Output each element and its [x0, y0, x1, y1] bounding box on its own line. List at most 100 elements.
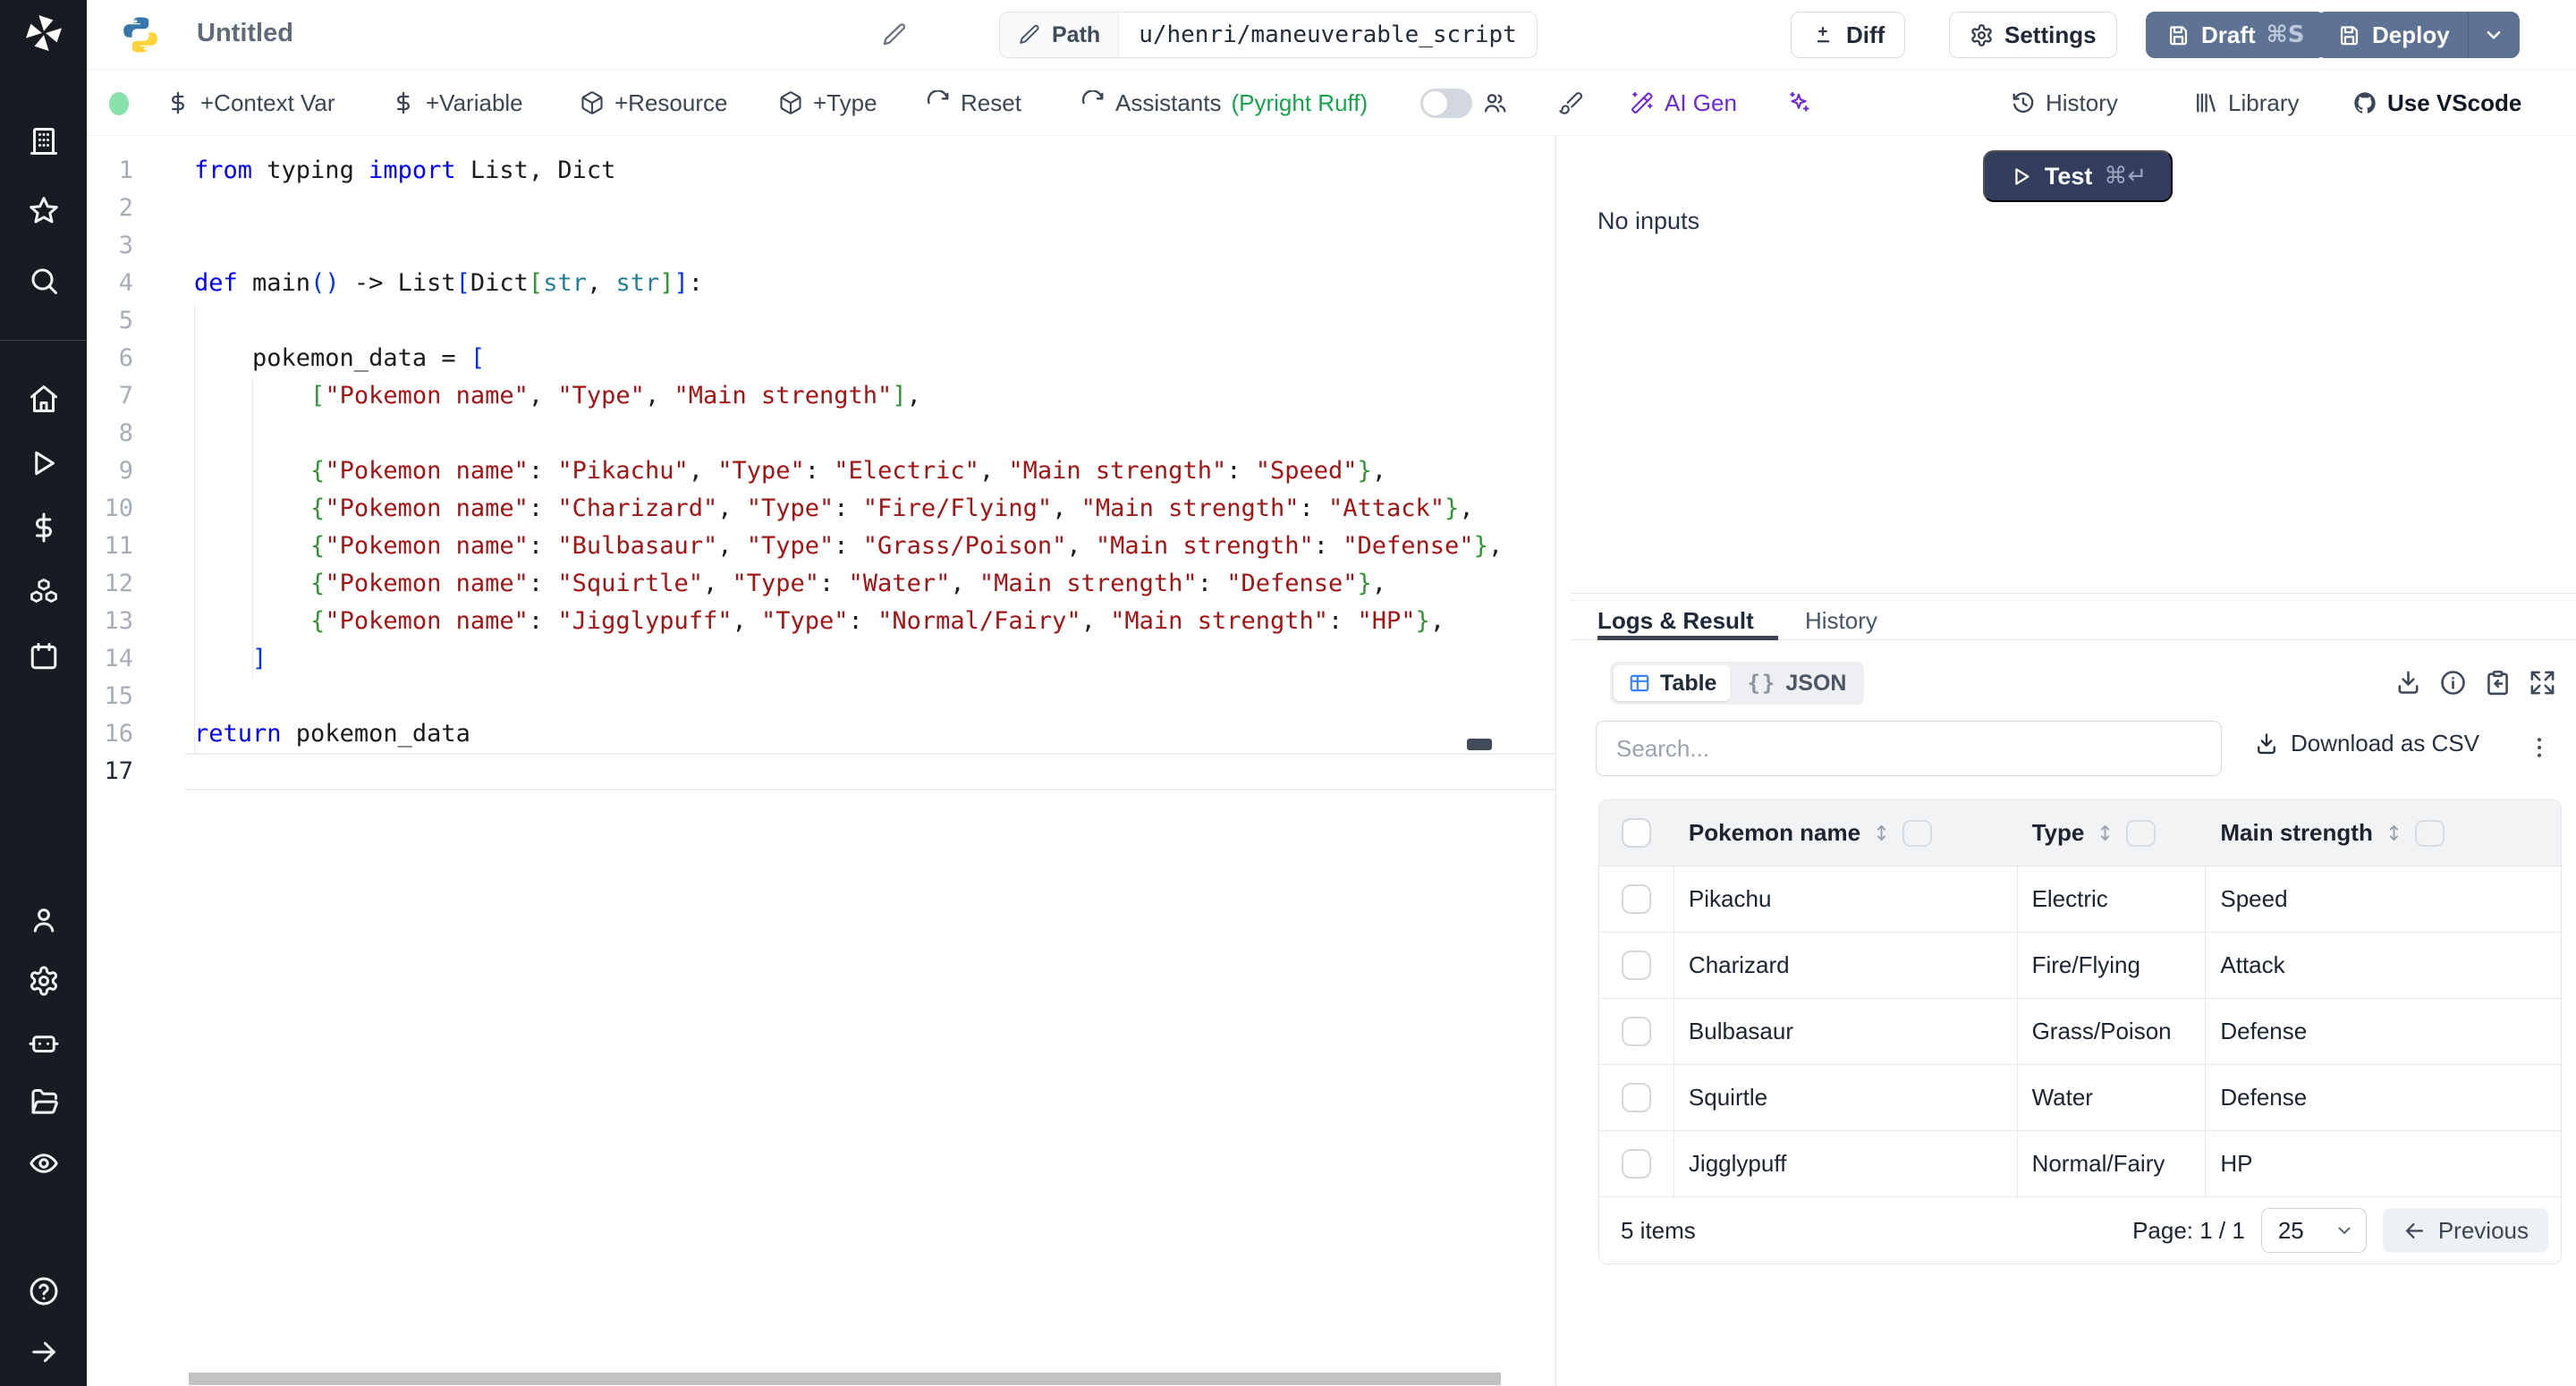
user-icon[interactable]	[28, 904, 60, 936]
search-icon[interactable]	[28, 265, 60, 297]
code-line[interactable]: return pokemon_data	[194, 715, 470, 753]
row-checkbox[interactable]	[1622, 884, 1651, 914]
calendar-icon[interactable]	[28, 640, 60, 672]
code-line[interactable]: {"Pokemon name": "Pikachu", "Type": "Ele…	[194, 452, 1386, 490]
table-cell: Charizard	[1674, 933, 2018, 999]
line-number: 16	[87, 715, 133, 753]
row-checkbox[interactable]	[1622, 1083, 1651, 1112]
select-all-checkbox[interactable]	[1622, 818, 1651, 848]
items-count: 5 items	[1621, 1217, 1696, 1245]
row-checkbox-cell	[1599, 999, 1674, 1065]
page-size-select[interactable]: 25	[2261, 1208, 2367, 1253]
history-button[interactable]: History	[2011, 70, 2118, 136]
copy-clipboard-icon[interactable]	[2484, 669, 2512, 697]
ai-gen-button[interactable]: AI Gen	[1630, 70, 1737, 136]
reset-button[interactable]: Reset	[926, 70, 1021, 136]
star-icon[interactable]	[28, 195, 60, 227]
download-csv-button[interactable]: Download as CSV	[2254, 730, 2479, 757]
column-filter-toggle[interactable]	[1902, 820, 1932, 847]
download-icon[interactable]	[2394, 669, 2422, 697]
code-line[interactable]: pokemon_data = [	[194, 340, 485, 377]
code-editor[interactable]: 1234567891011121314151617 from typing im…	[87, 136, 1556, 1386]
table-cell: HP	[2206, 1131, 2561, 1197]
add-resource-button[interactable]: +Resource	[580, 70, 727, 136]
tab-logs-result[interactable]: Logs & Result	[1597, 601, 1754, 640]
format-brush-button[interactable]	[1558, 70, 1583, 136]
paintbrush-icon	[1558, 90, 1583, 115]
row-checkbox[interactable]	[1622, 1017, 1651, 1046]
multiplayer-button[interactable]	[1482, 70, 1507, 136]
settings-button[interactable]: Settings	[1949, 12, 2117, 58]
app-window: Untitled Path u/henri/maneuverable_scrip…	[0, 0, 2576, 1386]
table-body: PikachuElectricSpeedCharizardFire/Flying…	[1599, 866, 2561, 1197]
deploy-dropdown[interactable]	[2469, 23, 2519, 46]
ai-sparkles-button[interactable]	[1786, 70, 1811, 136]
add-variable-button[interactable]: +Variable	[391, 70, 523, 136]
expand-icon[interactable]	[2529, 669, 2556, 697]
horizontal-scrollbar[interactable]	[189, 1373, 1501, 1385]
path-control[interactable]: Path u/henri/maneuverable_script	[999, 12, 1538, 58]
dollar-icon[interactable]	[28, 511, 60, 544]
pane-splitter-handle[interactable]	[1467, 739, 1492, 750]
add-context-var-button[interactable]: +Context Var	[165, 70, 335, 136]
table-row: BulbasaurGrass/PoisonDefense	[1599, 999, 2561, 1065]
table-row: CharizardFire/FlyingAttack	[1599, 933, 2561, 999]
deploy-button[interactable]: Deploy	[2317, 12, 2520, 58]
test-button[interactable]: Test ⌘↵	[1983, 150, 2173, 202]
pencil-icon	[1018, 23, 1041, 46]
test-shortcut: ⌘↵	[2104, 163, 2147, 190]
column-filter-toggle[interactable]	[2126, 820, 2156, 847]
code-line[interactable]: {"Pokemon name": "Charizard", "Type": "F…	[194, 490, 1474, 528]
robot-icon[interactable]	[28, 1026, 60, 1058]
multiplayer-toggle[interactable]	[1420, 89, 1472, 118]
column-filter-toggle[interactable]	[2415, 820, 2445, 847]
no-inputs-text: No inputs	[1597, 207, 1699, 235]
arrow-right-icon[interactable]	[28, 1336, 60, 1368]
code-line[interactable]: from typing import List, Dict	[194, 152, 615, 190]
sort-icon[interactable]	[2382, 821, 2406, 845]
folder-open-icon[interactable]	[28, 1086, 60, 1119]
building-icon[interactable]	[28, 125, 60, 157]
use-vscode-button[interactable]: Use VScode	[2352, 70, 2521, 136]
row-checkbox[interactable]	[1622, 1149, 1651, 1179]
info-icon[interactable]	[2439, 669, 2467, 697]
windmill-logo-icon[interactable]	[21, 11, 66, 55]
code-line[interactable]: {"Pokemon name": "Bulbasaur", "Type": "G…	[194, 528, 1503, 565]
tab-history[interactable]: History	[1805, 601, 1877, 640]
line-number: 17	[87, 753, 133, 790]
sort-icon[interactable]	[2093, 821, 2117, 845]
gear-icon[interactable]	[28, 965, 60, 997]
use-vscode-label: Use VScode	[2387, 89, 2521, 117]
previous-page-button[interactable]: Previous	[2383, 1208, 2548, 1253]
sidebar-group-top	[0, 125, 87, 297]
library-button[interactable]: Library	[2193, 70, 2299, 136]
add-variable-label: +Variable	[426, 89, 523, 117]
code-line[interactable]: ["Pokemon name", "Type", "Main strength"…	[194, 377, 921, 415]
add-type-button[interactable]: +Type	[778, 70, 877, 136]
view-json-button[interactable]: {} JSON	[1733, 665, 1860, 701]
diff-button[interactable]: Diff	[1791, 12, 1905, 58]
play-icon[interactable]	[28, 447, 60, 479]
code-line[interactable]: {"Pokemon name": "Jigglypuff", "Type": "…	[194, 603, 1445, 640]
help-circle-icon[interactable]	[28, 1275, 60, 1307]
panel-divider[interactable]	[1571, 593, 2576, 594]
assistants-label: Assistants	[1115, 89, 1222, 117]
view-table-button[interactable]: Table	[1614, 665, 1731, 701]
code-line[interactable]: def main() -> List[Dict[str, str]]:	[194, 265, 703, 302]
code-line[interactable]: ]	[194, 640, 267, 678]
eye-icon[interactable]	[28, 1147, 60, 1179]
draft-button[interactable]: Draft ⌘S	[2146, 12, 2326, 58]
code-line[interactable]: {"Pokemon name": "Squirtle", "Type": "Wa…	[194, 565, 1386, 603]
line-number: 12	[87, 565, 133, 603]
sort-icon[interactable]	[1869, 821, 1894, 845]
path-value[interactable]: u/henri/maneuverable_script	[1119, 13, 1537, 57]
boxes-icon[interactable]	[28, 576, 60, 608]
view-switcher: Table {} JSON	[1610, 662, 1864, 705]
result-table: Pokemon name Type Main strength PikachuE…	[1598, 799, 2562, 1264]
edit-title-pencil-icon[interactable]	[881, 21, 908, 48]
search-input[interactable]	[1596, 721, 2222, 776]
assistants-button[interactable]: Assistants (Pyright Ruff)	[1080, 70, 1368, 136]
row-checkbox[interactable]	[1622, 951, 1651, 980]
kebab-menu-icon[interactable]	[2526, 728, 2553, 767]
home-icon[interactable]	[28, 383, 60, 415]
